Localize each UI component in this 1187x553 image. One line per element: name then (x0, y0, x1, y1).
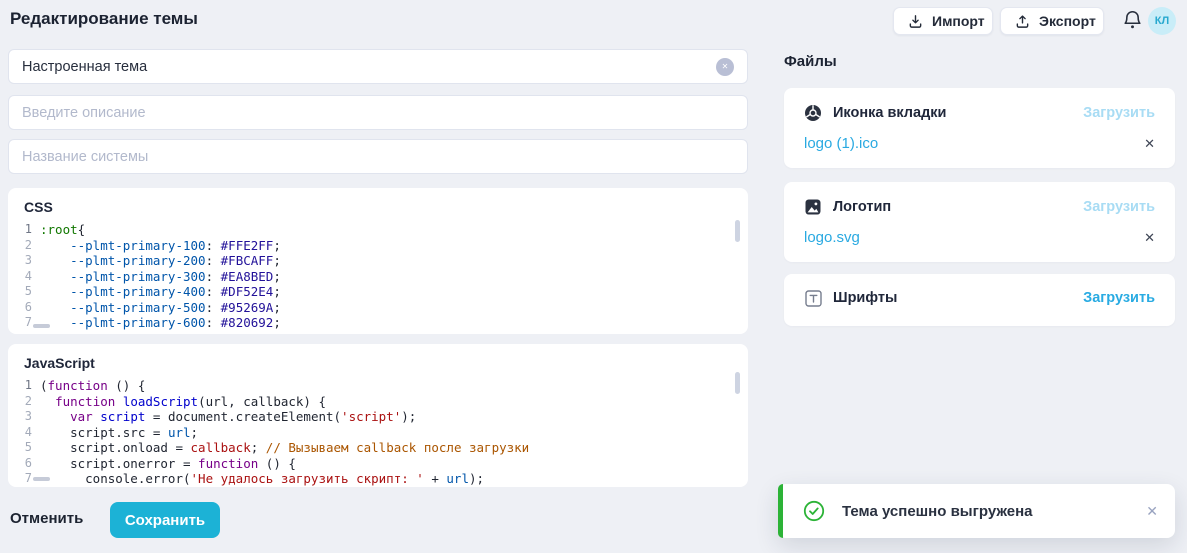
description-input[interactable] (8, 95, 748, 130)
import-button[interactable]: Импорт (893, 7, 993, 35)
js-code-editor[interactable]: 1(function () {2 function loadScript(url… (8, 378, 748, 487)
font-icon (804, 289, 822, 307)
fonts-file-card: Шрифты Загрузить (784, 274, 1175, 326)
fonts-card-title: Шрифты (833, 290, 897, 306)
css-horizontal-scrollbar[interactable] (33, 324, 50, 328)
logo-file-card: Логотип Загрузить logo.svg ✕ (784, 182, 1175, 262)
theme-name-input[interactable] (8, 49, 748, 84)
favicon-card-title: Иконка вкладки (833, 105, 946, 121)
logo-file-link[interactable]: logo.svg (804, 229, 860, 246)
system-name-input[interactable] (8, 139, 748, 174)
import-icon (908, 14, 923, 29)
import-button-label: Импорт (932, 13, 985, 29)
export-button[interactable]: Экспорт (1000, 7, 1104, 35)
toast-message: Тема успешно выгружена (842, 503, 1033, 520)
css-vertical-scrollbar[interactable] (735, 220, 740, 242)
user-avatar[interactable]: КЛ (1148, 7, 1176, 35)
js-editor-card: JavaScript 1(function () {2 function loa… (8, 344, 748, 487)
logo-card-title: Логотип (833, 199, 891, 215)
theme-editor-page: Редактирование темы Импорт Экспорт КЛ ✕ … (0, 0, 1187, 553)
save-button[interactable]: Сохранить (110, 502, 220, 538)
js-vertical-scrollbar[interactable] (735, 372, 740, 394)
favicon-file-card: Иконка вкладки Загрузить logo (1).ico ✕ (784, 88, 1175, 168)
favicon-remove-icon[interactable]: ✕ (1144, 137, 1155, 150)
favicon-file-link[interactable]: logo (1).ico (804, 135, 878, 152)
browser-icon (804, 104, 822, 122)
css-editor-card: CSS 1:root{2 --plmt-primary-100: #FFE2FF… (8, 188, 748, 334)
cancel-button[interactable]: Отменить (10, 510, 83, 527)
js-horizontal-scrollbar[interactable] (33, 477, 50, 481)
page-title: Редактирование темы (10, 9, 198, 29)
clear-theme-name-icon[interactable]: ✕ (716, 58, 734, 76)
export-icon (1015, 14, 1030, 29)
bell-icon (1122, 9, 1143, 31)
success-toast: Тема успешно выгружена ✕ (778, 484, 1175, 538)
css-code-editor[interactable]: 1:root{2 --plmt-primary-100: #FFE2FF;3 -… (8, 222, 748, 331)
toast-accent-bar (778, 484, 783, 538)
image-icon (804, 198, 822, 216)
export-button-label: Экспорт (1039, 13, 1096, 29)
css-editor-title: CSS (24, 199, 748, 215)
logo-upload-button[interactable]: Загрузить (1083, 199, 1155, 215)
toast-close-icon[interactable]: ✕ (1146, 504, 1158, 518)
files-heading: Файлы (784, 53, 837, 70)
js-editor-title: JavaScript (24, 355, 748, 371)
logo-remove-icon[interactable]: ✕ (1144, 231, 1155, 244)
avatar-initials: КЛ (1155, 15, 1169, 27)
favicon-upload-button[interactable]: Загрузить (1083, 105, 1155, 121)
notifications-button[interactable] (1120, 8, 1144, 32)
check-circle-icon (803, 500, 825, 522)
fonts-upload-button[interactable]: Загрузить (1083, 290, 1155, 306)
